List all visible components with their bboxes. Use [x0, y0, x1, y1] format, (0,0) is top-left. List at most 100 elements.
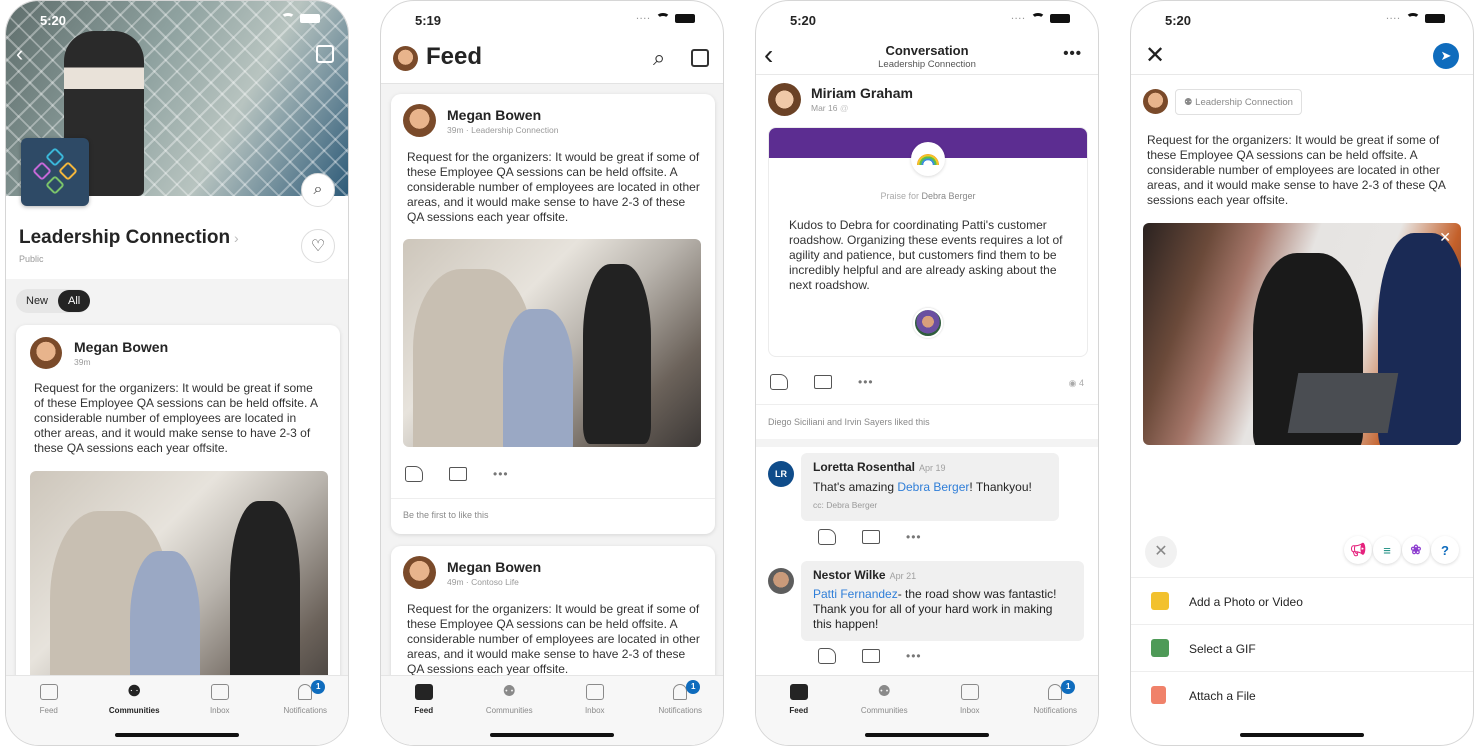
reply-author[interactable]: Loretta Rosenthal — [813, 460, 915, 474]
avatar[interactable] — [403, 104, 436, 137]
camera-icon — [1151, 592, 1169, 610]
tab-feed[interactable]: Feed — [9, 684, 89, 745]
comment-icon[interactable] — [449, 467, 467, 481]
reply-bubble: Loretta Rosenthal Apr 19 That's amazing D… — [801, 453, 1059, 521]
menu-select-gif[interactable]: Select a GIF — [1131, 624, 1473, 671]
announcement-button[interactable]: 📢︎ — [1344, 536, 1372, 564]
likes-summary[interactable]: Be the first to like this — [403, 510, 489, 520]
filter-new[interactable]: New — [16, 290, 58, 312]
battery-icon — [1425, 13, 1445, 23]
post-text: Request for the organizers: It would be … — [407, 602, 700, 676]
menu-add-photo[interactable]: Add a Photo or Video — [1131, 577, 1473, 624]
compose-icon[interactable] — [316, 45, 334, 63]
notification-badge: 1 — [686, 680, 701, 694]
comment-icon[interactable] — [862, 530, 880, 544]
rainbow-icon — [917, 153, 939, 165]
praise-target[interactable]: Debra Berger — [922, 191, 976, 201]
comment-icon[interactable] — [862, 649, 880, 663]
notification-badge: 1 — [311, 680, 326, 694]
praise-button[interactable]: ❀ — [1402, 536, 1430, 564]
remove-photo-icon[interactable]: ✕ — [1439, 229, 1451, 246]
tab-notifications[interactable]: 1 Notifications — [640, 680, 720, 745]
close-icon[interactable]: ✕ — [1145, 41, 1165, 70]
status-bar: 5:20 ···· — [1131, 11, 1473, 31]
tab-feed[interactable]: Feed — [759, 684, 839, 745]
bell-icon — [673, 684, 688, 700]
phone-feed: 5:19 ···· Feed ⌕ Megan Bowen 39m · Leade… — [380, 0, 724, 746]
status-time: 5:20 — [1165, 13, 1192, 28]
more-icon[interactable]: ••• — [858, 375, 874, 389]
post-time: 39m — [74, 357, 91, 367]
close-post-types-button[interactable]: ✕ — [1145, 536, 1177, 568]
like-icon[interactable] — [770, 374, 788, 390]
like-icon[interactable] — [405, 466, 423, 482]
post-author[interactable]: Megan Bowen — [74, 339, 168, 355]
post-text: Request for the organizers: It would be … — [407, 150, 700, 224]
more-icon[interactable]: ••• — [906, 530, 922, 544]
praise-card: Praise for Debra Berger Kudos to Debra f… — [768, 127, 1088, 357]
comment-icon[interactable] — [814, 375, 832, 389]
phone-compose: 5:20 ···· ✕ ➤ ⚉ Leadership Connection Re… — [1130, 0, 1474, 746]
like-icon[interactable] — [818, 648, 836, 664]
destination-chip[interactable]: ⚉ Leadership Connection — [1175, 89, 1302, 115]
gif-icon — [1151, 639, 1169, 657]
post-author[interactable]: Megan Bowen — [447, 107, 559, 123]
community-title[interactable]: Leadership Connection › — [19, 227, 239, 249]
search-icon[interactable]: ⌕ — [653, 45, 665, 71]
avatar[interactable]: LR — [768, 461, 794, 487]
more-options-icon[interactable]: ••• — [1063, 45, 1082, 62]
attached-photo[interactable]: ✕ — [1143, 223, 1461, 445]
avatar[interactable] — [30, 337, 62, 369]
phone-community: 5:20 ‹ ⌕ Leadership Connection › Public … — [5, 0, 349, 746]
post-meta: 49m · Contoso Life — [447, 577, 519, 587]
praise-text: Kudos to Debra for coordinating Patti's … — [789, 218, 1063, 292]
send-button[interactable]: ➤ — [1433, 43, 1459, 69]
menu-attach-file[interactable]: Attach a File — [1131, 671, 1473, 718]
communities-icon: ⚉ — [502, 683, 516, 700]
wifi-icon — [656, 13, 670, 23]
feed-icon — [39, 684, 58, 700]
compose-icon[interactable] — [691, 49, 709, 67]
favorite-button[interactable]: ♡ — [301, 229, 335, 263]
mention-link[interactable]: Debra Berger — [897, 480, 969, 494]
status-time: 5:20 — [40, 13, 67, 28]
like-icon[interactable] — [818, 529, 836, 545]
back-icon[interactable]: ‹ — [16, 41, 23, 67]
page-subtitle[interactable]: Leadership Connection — [756, 59, 1098, 70]
tab-feed[interactable]: Feed — [384, 684, 464, 745]
notification-badge: 1 — [1061, 680, 1076, 694]
post-photo[interactable] — [403, 239, 701, 447]
likes-summary[interactable]: Diego Siciliani and Irvin Sayers liked t… — [768, 417, 930, 427]
avatar[interactable] — [768, 83, 801, 116]
question-button[interactable]: ? — [1431, 536, 1459, 564]
praised-user-avatar[interactable] — [913, 308, 943, 338]
post-actions: ••• — [770, 374, 874, 390]
reply-text: That's amazing Debra Berger! Thankyou! — [813, 480, 1032, 494]
status-time: 5:20 — [790, 13, 817, 28]
profile-avatar[interactable] — [393, 46, 418, 71]
compose-text-input[interactable]: Request for the organizers: It would be … — [1147, 133, 1462, 208]
reply-actions: ••• — [818, 648, 922, 664]
avatar[interactable] — [403, 556, 436, 589]
avatar[interactable] — [768, 568, 794, 594]
reply-actions: ••• — [818, 529, 922, 545]
mention-link[interactable]: Patti Fernandez — [813, 587, 898, 601]
post-author[interactable]: Megan Bowen — [447, 559, 541, 575]
feed-icon — [789, 684, 808, 700]
tab-notifications[interactable]: 1 Notifications — [265, 680, 345, 745]
wifi-icon — [1406, 13, 1420, 23]
post-text: Request for the organizers: It would be … — [34, 381, 318, 455]
question-icon: ? — [1441, 542, 1449, 558]
reply-date: Apr 21 — [889, 571, 917, 581]
post-meta: 39m · Leadership Connection — [447, 125, 559, 135]
reply-author[interactable]: Nestor Wilke — [813, 568, 886, 582]
search-button[interactable]: ⌕ — [301, 173, 335, 207]
poll-button[interactable]: ≡ — [1373, 536, 1401, 564]
more-icon[interactable]: ••• — [493, 467, 509, 481]
tab-notifications[interactable]: 1 Notifications — [1015, 680, 1095, 745]
reply-date: Apr 19 — [919, 463, 946, 473]
filter-all[interactable]: All — [58, 290, 91, 312]
post-author[interactable]: Miriam Graham — [811, 85, 913, 101]
more-icon[interactable]: ••• — [906, 649, 922, 663]
community-privacy: Public — [19, 254, 44, 264]
